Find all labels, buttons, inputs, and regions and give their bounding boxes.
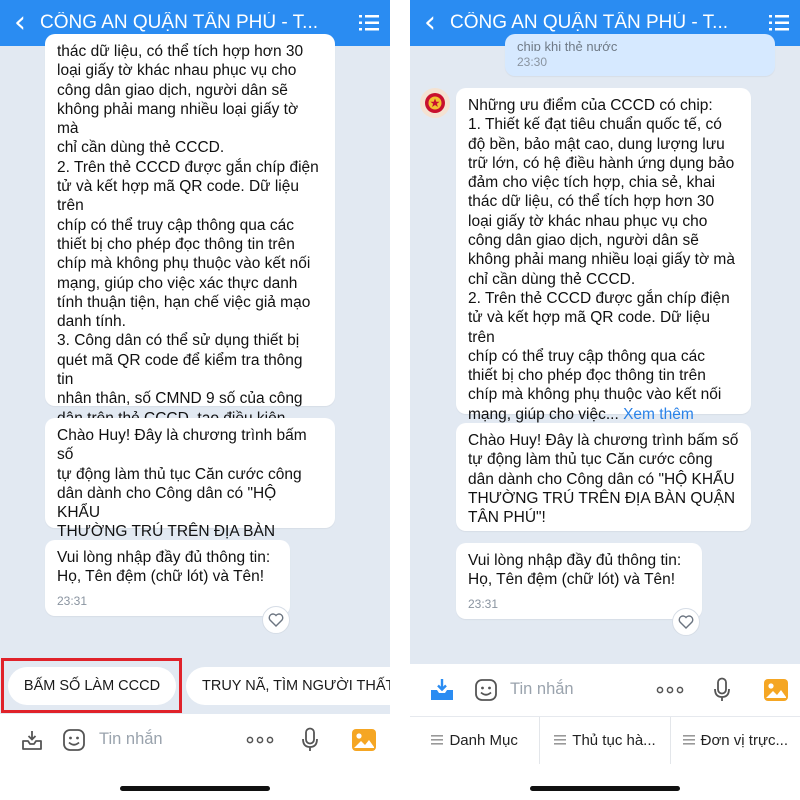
message-time: 23:31 xyxy=(57,593,88,608)
microphone-icon[interactable] xyxy=(708,676,736,704)
highlight-box xyxy=(1,658,182,713)
menu-item-danh-muc[interactable]: Danh Mục xyxy=(410,717,541,764)
see-more-link[interactable]: Xem thêm xyxy=(623,406,694,423)
message-bubble: Chào Huy! Đây là chương trình bấm số tự … xyxy=(45,418,335,579)
official-account-menu: Danh Mục Thủ tục hà... Đơn vị trực... xyxy=(410,716,800,764)
quick-reply-truy-na[interactable]: TRUY NÃ, TÌM NGƯỜI THẤT xyxy=(186,667,390,705)
message-input-bar: Tin nhắn xyxy=(0,714,390,766)
list-icon xyxy=(431,732,444,749)
message-text: Vui lòng nhập đầy đủ thông tin: Họ, Tên … xyxy=(57,549,271,586)
message-bubble: Những ưu điểm của CCCD có chip: 1. Thiết… xyxy=(456,88,751,423)
menu-item-thu-tuc[interactable]: Thủ tục hà... xyxy=(540,717,671,764)
home-indicator xyxy=(120,786,270,791)
inbox-download-icon[interactable] xyxy=(428,676,456,704)
message-bubble: thác dữ liệu, có thể tích hợp hơn 30 loạ… xyxy=(45,34,335,465)
message-bubble: Vui lòng nhập đầy đủ thông tin: Họ, Tên … xyxy=(45,540,290,616)
menu-item-label: Thủ tục hà... xyxy=(572,732,656,749)
message-text: Chào Huy! Đây là chương trình bấm số tự … xyxy=(468,432,739,527)
sticker-icon[interactable] xyxy=(472,676,500,704)
chat-title: CÔNG AN QUẬN TÂN PHÚ - T... xyxy=(40,12,319,33)
list-icon xyxy=(682,732,695,749)
sticker-icon[interactable] xyxy=(60,726,88,754)
message-time: 23:30 xyxy=(517,55,548,69)
left-phone-screen: ‹ CÔNG AN QUẬN TÂN PHÚ - T... thác dữ li… xyxy=(0,0,390,800)
more-options-icon[interactable] xyxy=(655,676,685,704)
image-gallery-icon[interactable] xyxy=(350,726,378,754)
image-gallery-icon[interactable] xyxy=(762,676,790,704)
official-account-avatar[interactable] xyxy=(420,88,450,118)
menu-item-label: Đơn vị trực... xyxy=(700,732,789,749)
message-bubble: Vui lòng nhập đầy đủ thông tin: Họ, Tên … xyxy=(456,543,702,619)
sent-message-bubble: chip khi thẻ nước 23:30 xyxy=(505,34,775,76)
menu-item-label: Danh Mục xyxy=(449,732,518,749)
message-text: Những ưu điểm của CCCD có chip: 1. Thiết… xyxy=(468,97,735,423)
home-indicator-area xyxy=(0,766,390,800)
heart-react-icon[interactable] xyxy=(672,608,700,636)
heart-react-icon[interactable] xyxy=(262,606,290,634)
list-icon xyxy=(554,732,567,749)
list-menu-icon[interactable] xyxy=(348,0,390,46)
right-phone-screen: ‹ CÔNG AN QUẬN TÂN PHÚ - T... chip khi t… xyxy=(410,0,800,800)
more-options-icon[interactable] xyxy=(245,726,275,754)
message-time: 23:31 xyxy=(468,596,499,611)
inbox-icon[interactable] xyxy=(18,726,46,754)
home-indicator-area xyxy=(410,764,800,800)
message-bubble: Chào Huy! Đây là chương trình bấm số tự … xyxy=(456,423,751,531)
message-content: Những ưu điểm của CCCD có chip: 1. Thiết… xyxy=(468,96,739,424)
menu-item-don-vi[interactable]: Đơn vị trực... xyxy=(671,717,800,764)
microphone-icon[interactable] xyxy=(296,726,324,754)
chat-title: CÔNG AN QUẬN TÂN PHÚ - T... xyxy=(450,12,729,33)
home-indicator xyxy=(530,786,680,791)
message-text: Vui lòng nhập đầy đủ thông tin: Họ, Tên … xyxy=(468,552,682,589)
back-arrow-icon[interactable]: ‹ xyxy=(0,0,40,46)
back-arrow-icon[interactable]: ‹ xyxy=(410,0,450,46)
message-input-bar: Tin nhắn xyxy=(410,664,800,716)
message-input[interactable]: Tin nhắn xyxy=(510,680,574,699)
message-input[interactable]: Tin nhắn xyxy=(99,730,163,749)
comparison-screenshot: ‹ CÔNG AN QUẬN TÂN PHÚ - T... thác dữ li… xyxy=(0,0,800,800)
message-text: chip khi thẻ nước xyxy=(517,40,618,51)
message-text: thác dữ liệu, có thể tích hợp hơn 30 loạ… xyxy=(57,43,321,465)
